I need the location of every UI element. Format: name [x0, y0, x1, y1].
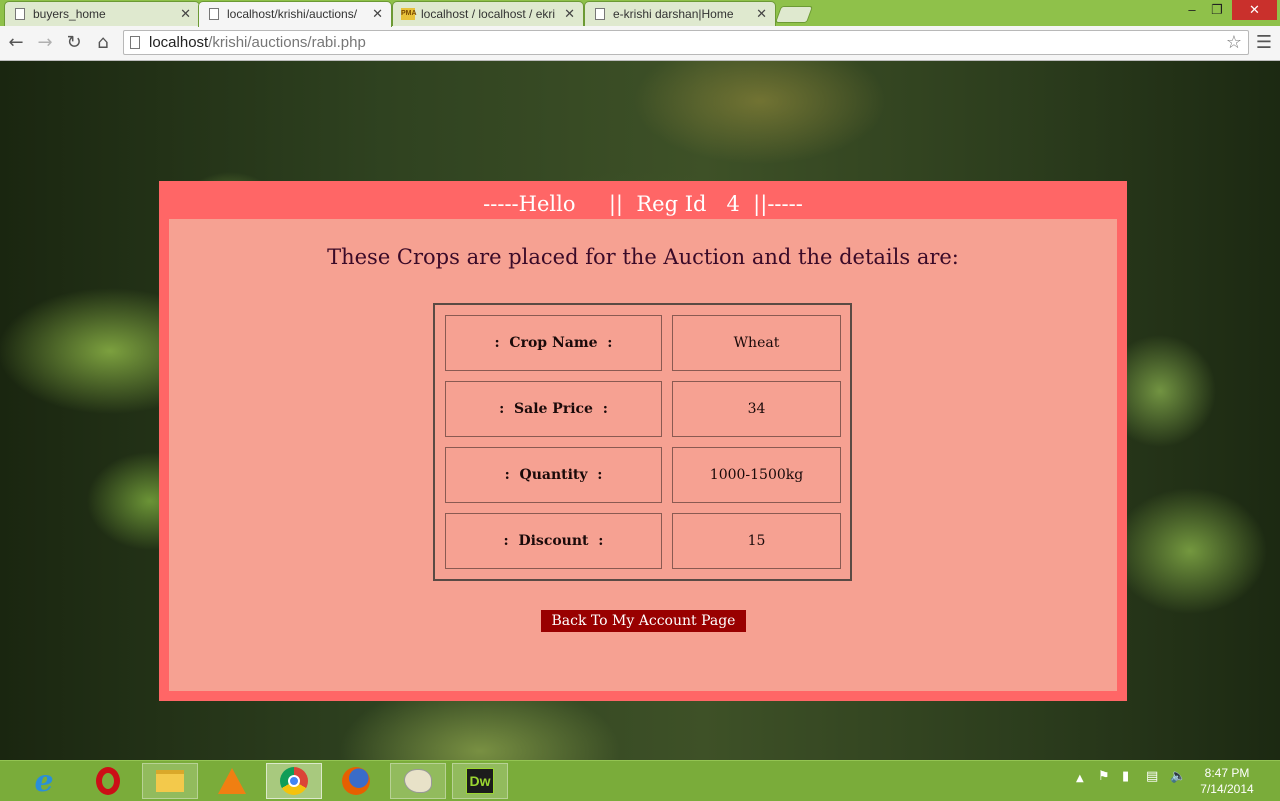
tab-title: buyers_home	[33, 7, 106, 21]
taskbar-firefox[interactable]	[328, 763, 384, 799]
bookmark-star-icon[interactable]: ☆	[1226, 32, 1242, 53]
panel-body: These Crops are placed for the Auction a…	[169, 219, 1117, 691]
crop-name-value: Wheat	[672, 315, 841, 371]
sale-price-label: : Sale Price :	[445, 381, 662, 437]
browser-toolbar: ← → ↻ ⌂ localhost/krishi/auctions/rabi.p…	[0, 26, 1280, 61]
taskbar-opera[interactable]	[80, 763, 136, 799]
tab-close-icon[interactable]: ✕	[372, 6, 383, 22]
tab-auctions[interactable]: localhost/krishi/auctions/ ✕	[198, 1, 392, 27]
address-bar[interactable]: localhost/krishi/auctions/rabi.php ☆	[123, 30, 1249, 55]
tab-strip: buyers_home ✕ localhost/krishi/auctions/…	[0, 0, 1280, 27]
taskbar: e Dw ▲ ⚑ ▮ ▤ 🔈 8:47 PM 7/14/2014	[0, 760, 1280, 801]
dreamweaver-icon: Dw	[466, 768, 494, 794]
phpmyadmin-icon: PMA	[401, 8, 417, 20]
discount-value: 15	[672, 513, 841, 569]
taskbar-file-explorer[interactable]	[142, 763, 198, 799]
taskbar-paint[interactable]	[390, 763, 446, 799]
crop-details-table: : Crop Name : Wheat : Sale Price : 34 : …	[433, 303, 852, 581]
forward-arrow-icon[interactable]: →	[33, 31, 57, 55]
restore-button[interactable]: ❐	[1205, 0, 1229, 20]
discount-label: : Discount :	[445, 513, 662, 569]
back-to-account-button[interactable]: Back To My Account Page	[541, 610, 746, 632]
taskbar-chrome[interactable]	[266, 763, 322, 799]
tab-ekrishi-home[interactable]: e-krishi darshan|Home ✕	[584, 1, 776, 26]
window-close-button[interactable]: ✕	[1232, 0, 1277, 20]
system-clock[interactable]: 8:47 PM 7/14/2014	[1192, 765, 1262, 797]
taskbar-vlc[interactable]	[204, 763, 260, 799]
intro-text: These Crops are placed for the Auction a…	[327, 245, 959, 269]
folder-icon	[156, 770, 184, 792]
chrome-icon	[280, 767, 308, 795]
page-icon	[130, 36, 140, 49]
tab-title: localhost / localhost / ekri	[421, 7, 556, 21]
taskbar-dreamweaver[interactable]: Dw	[452, 763, 508, 799]
clock-time: 8:47 PM	[1204, 766, 1250, 780]
taskbar-internet-explorer[interactable]: e	[16, 763, 72, 799]
action-center-flag-icon[interactable]: ⚑	[1098, 769, 1110, 784]
quantity-label: : Quantity :	[445, 447, 662, 503]
url-text[interactable]: localhost/krishi/auctions/rabi.php	[149, 34, 366, 51]
crop-name-label: : Crop Name :	[445, 315, 662, 371]
clock-date: 7/14/2014	[1200, 782, 1254, 796]
power-icon[interactable]: ▮	[1122, 769, 1129, 784]
tab-close-icon[interactable]: ✕	[180, 6, 191, 22]
page-viewport: -----Hello || Reg Id 4 ||----- These Cro…	[0, 61, 1280, 760]
network-icon[interactable]: ▤	[1146, 769, 1158, 784]
menu-icon[interactable]: ☰	[1254, 31, 1274, 55]
page-icon	[209, 8, 219, 20]
tab-close-icon[interactable]: ✕	[564, 6, 575, 22]
opera-icon	[96, 767, 120, 795]
page-icon	[595, 8, 605, 20]
vlc-icon	[218, 768, 246, 794]
internet-explorer-icon: e	[34, 763, 54, 799]
tab-title: e-krishi darshan|Home	[613, 7, 734, 21]
reload-icon[interactable]: ↻	[62, 31, 86, 55]
show-hidden-icons-icon[interactable]: ▲	[1076, 773, 1084, 784]
home-icon[interactable]: ⌂	[91, 31, 115, 55]
firefox-icon	[342, 767, 370, 795]
quantity-value: 1000-1500kg	[672, 447, 841, 503]
paint-palette-icon	[404, 769, 432, 793]
tab-phpmyadmin[interactable]: PMA localhost / localhost / ekri ✕	[392, 1, 584, 26]
sale-price-value: 34	[672, 381, 841, 437]
volume-icon[interactable]: 🔈	[1170, 769, 1186, 784]
tab-buyers-home[interactable]: buyers_home ✕	[4, 1, 200, 26]
minimize-button[interactable]: ‒	[1180, 0, 1204, 20]
tab-title: localhost/krishi/auctions/	[227, 7, 358, 21]
back-arrow-icon[interactable]: ←	[4, 31, 28, 55]
page-icon	[15, 8, 25, 20]
auction-panel: -----Hello || Reg Id 4 ||----- These Cro…	[159, 181, 1127, 701]
new-tab-button[interactable]	[774, 6, 814, 23]
greeting-header: -----Hello || Reg Id 4 ||-----	[483, 192, 803, 216]
tab-close-icon[interactable]: ✕	[756, 6, 767, 22]
